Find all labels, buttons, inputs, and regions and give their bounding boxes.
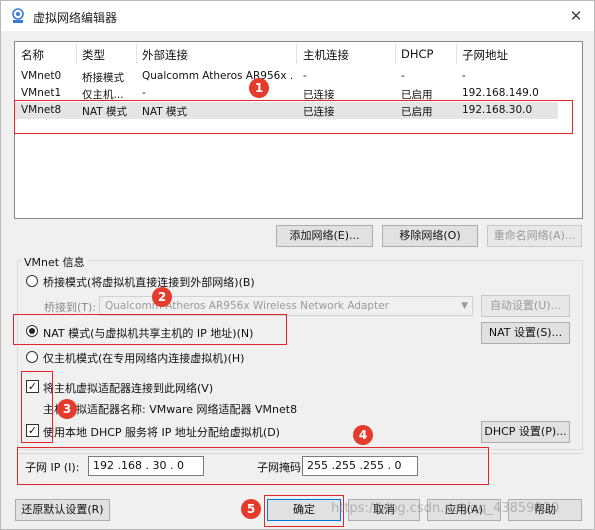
chevron-down-icon[interactable]: ▼ — [461, 297, 468, 315]
annotation-badge-1: 1 — [249, 78, 269, 98]
bridged-to-label: 桥接到(T): — [44, 301, 97, 314]
vmware-app-icon — [12, 8, 24, 23]
annotation-badge-3: 3 — [57, 399, 77, 419]
bridged-label[interactable]: 桥接模式(将虚拟机直接连接到外部网络)(B) — [43, 274, 255, 290]
remove-network-button[interactable]: 移除网络(O) — [382, 225, 478, 247]
vmnet-info-label: VMnet 信息 — [22, 254, 87, 270]
watermark-text: https://blog.csdn.net/qq_43859920 — [331, 501, 560, 516]
cell-dhcp: - — [401, 70, 405, 82]
column-header-host[interactable]: 主机连接 — [303, 47, 349, 63]
rename-network-button[interactable]: 重命名网络(A)... — [487, 225, 582, 247]
auto-settings-button[interactable]: 自动设置(U)... — [481, 295, 570, 317]
connect-adapter-label[interactable]: 将主机虚拟适配器连接到此网络(V) — [43, 380, 213, 396]
cell-external: - — [142, 87, 146, 99]
virtual-network-editor-window: 虚拟网络编辑器 ✕ 名称 类型 外部连接 主机连接 DHCP 子网地址 VMne… — [0, 0, 595, 530]
annotation-badge-4: 4 — [353, 425, 373, 445]
column-header-dhcp[interactable]: DHCP — [401, 47, 433, 61]
restore-defaults-button[interactable]: 还原默认设置(R) — [15, 499, 110, 521]
host-only-label[interactable]: 仅主机模式(在专用网络内连接虚拟机)(H) — [43, 350, 244, 366]
bridged-radio[interactable] — [26, 275, 38, 287]
nat-settings-button[interactable]: NAT 设置(S)... — [481, 322, 570, 344]
bridged-adapter-value: Qualcomm Atheros AR956x Wireless Network… — [105, 300, 389, 312]
host-only-radio[interactable] — [26, 351, 38, 363]
column-header-type[interactable]: 类型 — [82, 47, 105, 63]
use-dhcp-label[interactable]: 使用本地 DHCP 服务将 IP 地址分配给虚拟机(D) — [43, 424, 280, 440]
table-row[interactable]: VMnet0 桥接模式 Qualcomm Atheros AR956x ... … — [15, 68, 558, 85]
close-icon[interactable]: ✕ — [564, 5, 588, 27]
cell-subnet: - — [462, 70, 466, 82]
column-header-name[interactable]: 名称 — [21, 47, 44, 63]
cell-name: VMnet0 — [21, 70, 62, 82]
annotation-box-vmnet8 — [14, 100, 573, 134]
cell-external: Qualcomm Atheros AR956x ... — [142, 70, 292, 82]
cell-name: VMnet1 — [21, 87, 62, 99]
column-divider[interactable] — [395, 44, 396, 64]
annotation-box-subnet — [17, 447, 489, 485]
annotation-box-nat — [13, 314, 287, 345]
dhcp-settings-button[interactable]: DHCP 设置(P)... — [481, 421, 570, 443]
window-title: 虚拟网络编辑器 — [33, 11, 118, 25]
list-header: 名称 类型 外部连接 主机连接 DHCP 子网地址 — [15, 42, 582, 66]
column-header-subnet[interactable]: 子网地址 — [462, 47, 508, 63]
annotation-badge-2: 2 — [152, 287, 172, 307]
annotation-badge-5: 5 — [241, 499, 261, 519]
cell-subnet: 192.168.149.0 — [462, 87, 539, 99]
column-divider[interactable] — [136, 44, 137, 64]
adapter-name-text: 主机虚拟适配器名称: VMware 网络适配器 VMnet8 — [43, 403, 298, 416]
column-divider[interactable] — [76, 44, 77, 64]
cell-host: - — [303, 70, 307, 82]
add-network-button[interactable]: 添加网络(E)... — [276, 225, 373, 247]
column-divider[interactable] — [456, 44, 457, 64]
column-header-external[interactable]: 外部连接 — [142, 47, 188, 63]
title-bar: 虚拟网络编辑器 ✕ — [1, 1, 594, 31]
column-divider[interactable] — [296, 44, 297, 64]
annotation-box-checkboxes — [21, 371, 53, 443]
cell-type: 桥接模式 — [82, 72, 124, 84]
